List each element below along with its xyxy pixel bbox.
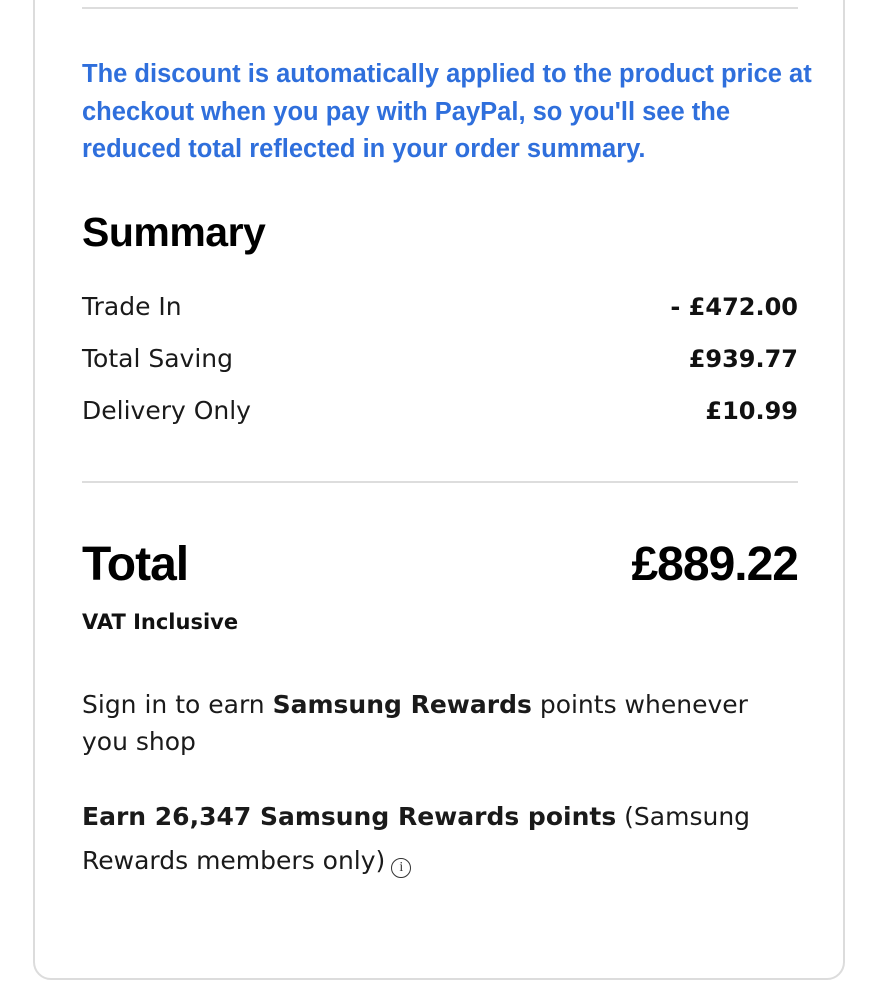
earn-points-label: Earn 26,347 Samsung Rewards points — [82, 802, 617, 831]
rewards-signin-text: Sign in to earn Samsung Rewards points w… — [82, 686, 782, 760]
summary-row-trade-in: Trade In - £472.00 — [82, 287, 798, 327]
summary-row-label: Total Saving — [82, 344, 233, 373]
summary-row-label: Trade In — [82, 292, 182, 321]
summary-heading: Summary — [82, 209, 266, 255]
summary-row-value: - £472.00 — [670, 293, 798, 321]
summary-row-delivery: Delivery Only £10.99 — [82, 391, 798, 431]
summary-row-label: Delivery Only — [82, 396, 251, 425]
summary-row-value: £939.77 — [688, 345, 798, 373]
info-icon[interactable]: i — [391, 858, 412, 878]
rewards-earn-text: Earn 26,347 Samsung Rewards points (Sams… — [82, 795, 798, 883]
vat-note: VAT Inclusive — [82, 610, 239, 634]
summary-row-total-saving: Total Saving £939.77 — [82, 339, 798, 379]
summary-divider — [82, 481, 798, 483]
top-divider — [82, 7, 798, 9]
total-label: Total — [82, 538, 189, 591]
paypal-discount-notice: The discount is automatically applied to… — [82, 60, 812, 163]
total-price: £889.22 — [631, 538, 799, 591]
samsung-rewards-label: Samsung Rewards — [272, 690, 532, 719]
signin-prefix: Sign in to earn — [82, 690, 273, 719]
summary-row-value: £10.99 — [705, 397, 798, 425]
